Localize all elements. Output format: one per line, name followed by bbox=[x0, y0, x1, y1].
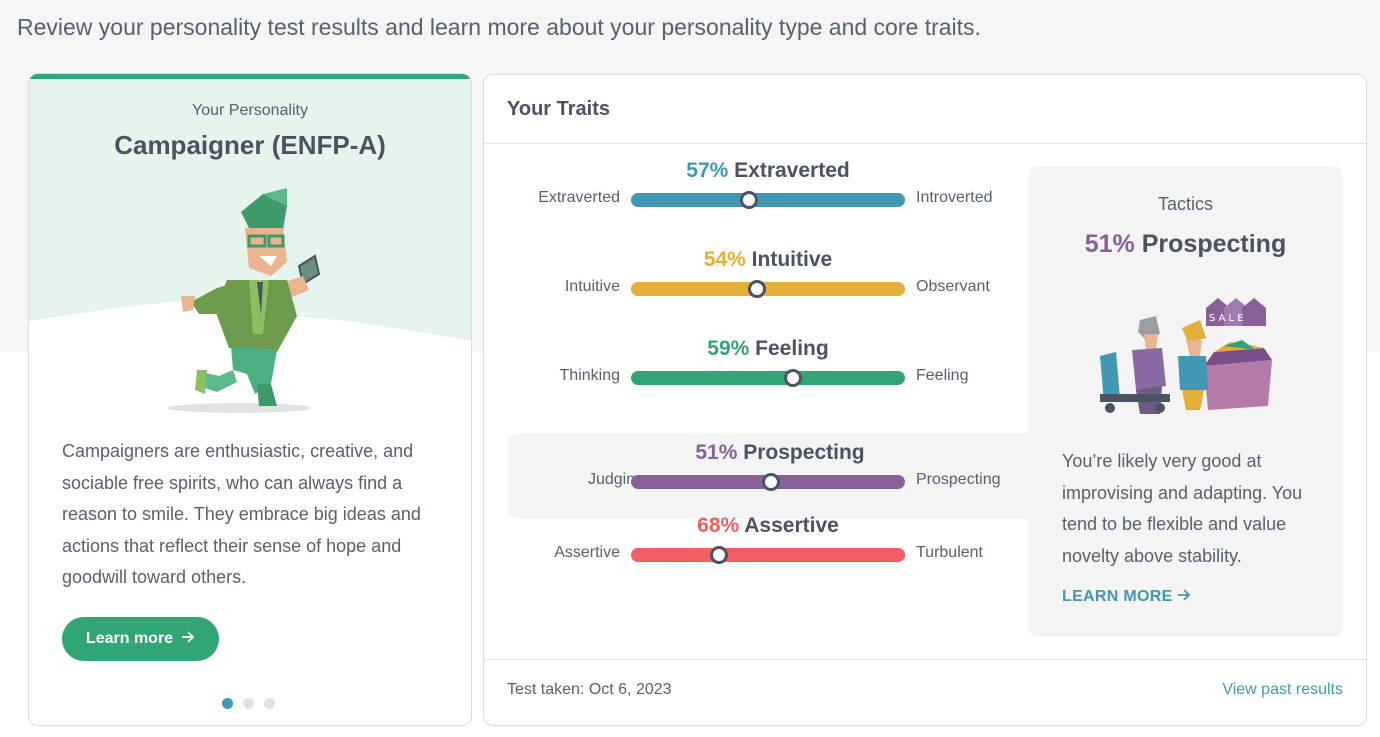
trait-bar bbox=[631, 546, 905, 564]
tactics-learn-more-link[interactable]: LEARN MORE bbox=[1062, 588, 1191, 606]
trait-title: 54% Intuitive bbox=[508, 248, 1028, 272]
arrow-right-icon bbox=[181, 630, 195, 649]
trait-percent: 54% bbox=[703, 248, 746, 271]
personality-type: Campaigner (ENFP-A) bbox=[114, 130, 386, 160]
trait-left-label: Assertive bbox=[554, 544, 620, 561]
arrow-right-icon bbox=[1177, 588, 1191, 605]
personality-label: Your Personality bbox=[192, 102, 308, 119]
tactics-description: You’re likely very good at improvising a… bbox=[1062, 451, 1303, 566]
tactics-learn-more-label: LEARN MORE bbox=[1062, 588, 1173, 605]
trait-left-label: Extraverted bbox=[538, 189, 620, 206]
view-past-results-link[interactable]: View past results bbox=[1222, 681, 1343, 699]
trait-row-extraverted[interactable]: 57% Extraverted Extraverted Introverted bbox=[508, 151, 1028, 237]
trait-percent: 59% bbox=[707, 337, 750, 360]
traits-title: Your Traits bbox=[507, 98, 610, 120]
trait-name: Intuitive bbox=[751, 248, 833, 271]
trait-name: Feeling bbox=[755, 337, 829, 360]
trait-knob bbox=[761, 473, 780, 491]
personality-description: Campaigners are enthusiastic, creative, … bbox=[62, 441, 421, 587]
trait-title: 51% Prospecting bbox=[508, 441, 1052, 465]
trait-knob bbox=[709, 546, 728, 564]
tactics-percent: 51% bbox=[1084, 230, 1135, 258]
trait-row-feeling[interactable]: 59% Feeling Thinking Feeling bbox=[508, 329, 1028, 415]
campaigner-character-icon bbox=[167, 188, 321, 413]
tactics-panel: Tactics 51% Prospecting S A L E You’re l… bbox=[1028, 166, 1343, 637]
svg-text:S A L E: S A L E bbox=[1209, 313, 1244, 324]
test-taken-date: Test taken: Oct 6, 2023 bbox=[507, 681, 672, 698]
carousel-dot-2[interactable] bbox=[243, 698, 254, 709]
trait-left-label: Thinking bbox=[559, 367, 620, 384]
traits-header: Your Traits bbox=[484, 75, 1366, 144]
trait-right-label: Introverted bbox=[916, 189, 993, 206]
trait-row-assertive[interactable]: 68% Assertive Assertive Turbulent bbox=[508, 506, 1028, 592]
trait-title: 68% Assertive bbox=[508, 514, 1028, 538]
trait-percent: 51% bbox=[695, 441, 738, 464]
trait-bar bbox=[631, 280, 905, 298]
shopping-illustration-icon: S A L E bbox=[1100, 298, 1272, 414]
carousel-dot-3[interactable] bbox=[264, 698, 275, 709]
learn-more-button[interactable]: Learn more bbox=[62, 617, 219, 661]
tactics-label: Tactics bbox=[1157, 194, 1213, 214]
trait-bar bbox=[631, 473, 905, 491]
trait-right-label: Feeling bbox=[916, 367, 969, 384]
trait-right-label: Turbulent bbox=[916, 544, 983, 561]
trait-row-intuitive[interactable]: 54% Intuitive Intuitive Observant bbox=[508, 240, 1028, 326]
trait-title: 57% Extraverted bbox=[508, 159, 1028, 183]
personality-card: Your Personality Campaigner (ENFP-A) Cam… bbox=[28, 73, 472, 726]
intro-text: Review your personality test results and… bbox=[17, 14, 981, 40]
traits-card: Your Traits 57% Extraverted Extraverted In… bbox=[483, 74, 1367, 726]
trait-name: Extraverted bbox=[734, 159, 850, 182]
trait-knob bbox=[748, 280, 767, 298]
trait-name: Prospecting bbox=[743, 441, 865, 464]
trait-bar bbox=[631, 369, 905, 387]
trait-bar bbox=[631, 191, 905, 209]
trait-percent: 68% bbox=[697, 514, 740, 537]
trait-knob bbox=[739, 191, 758, 209]
tactics-name: Prospecting bbox=[1141, 230, 1287, 258]
trait-right-label: Prospecting bbox=[916, 471, 1001, 488]
traits-footer: Test taken: Oct 6, 2023 View past result… bbox=[484, 659, 1366, 725]
carousel-dot-1[interactable] bbox=[222, 698, 233, 709]
learn-more-label: Learn more bbox=[85, 630, 174, 647]
trait-title: 59% Feeling bbox=[508, 337, 1028, 361]
trait-right-label: Observant bbox=[916, 278, 990, 295]
trait-knob bbox=[783, 369, 802, 387]
trait-percent: 57% bbox=[686, 159, 729, 182]
carousel-dots bbox=[222, 698, 275, 709]
trait-left-label: Intuitive bbox=[564, 278, 620, 295]
tactics-heading: 51% Prospecting bbox=[1028, 230, 1343, 259]
trait-name: Assertive bbox=[744, 514, 839, 537]
